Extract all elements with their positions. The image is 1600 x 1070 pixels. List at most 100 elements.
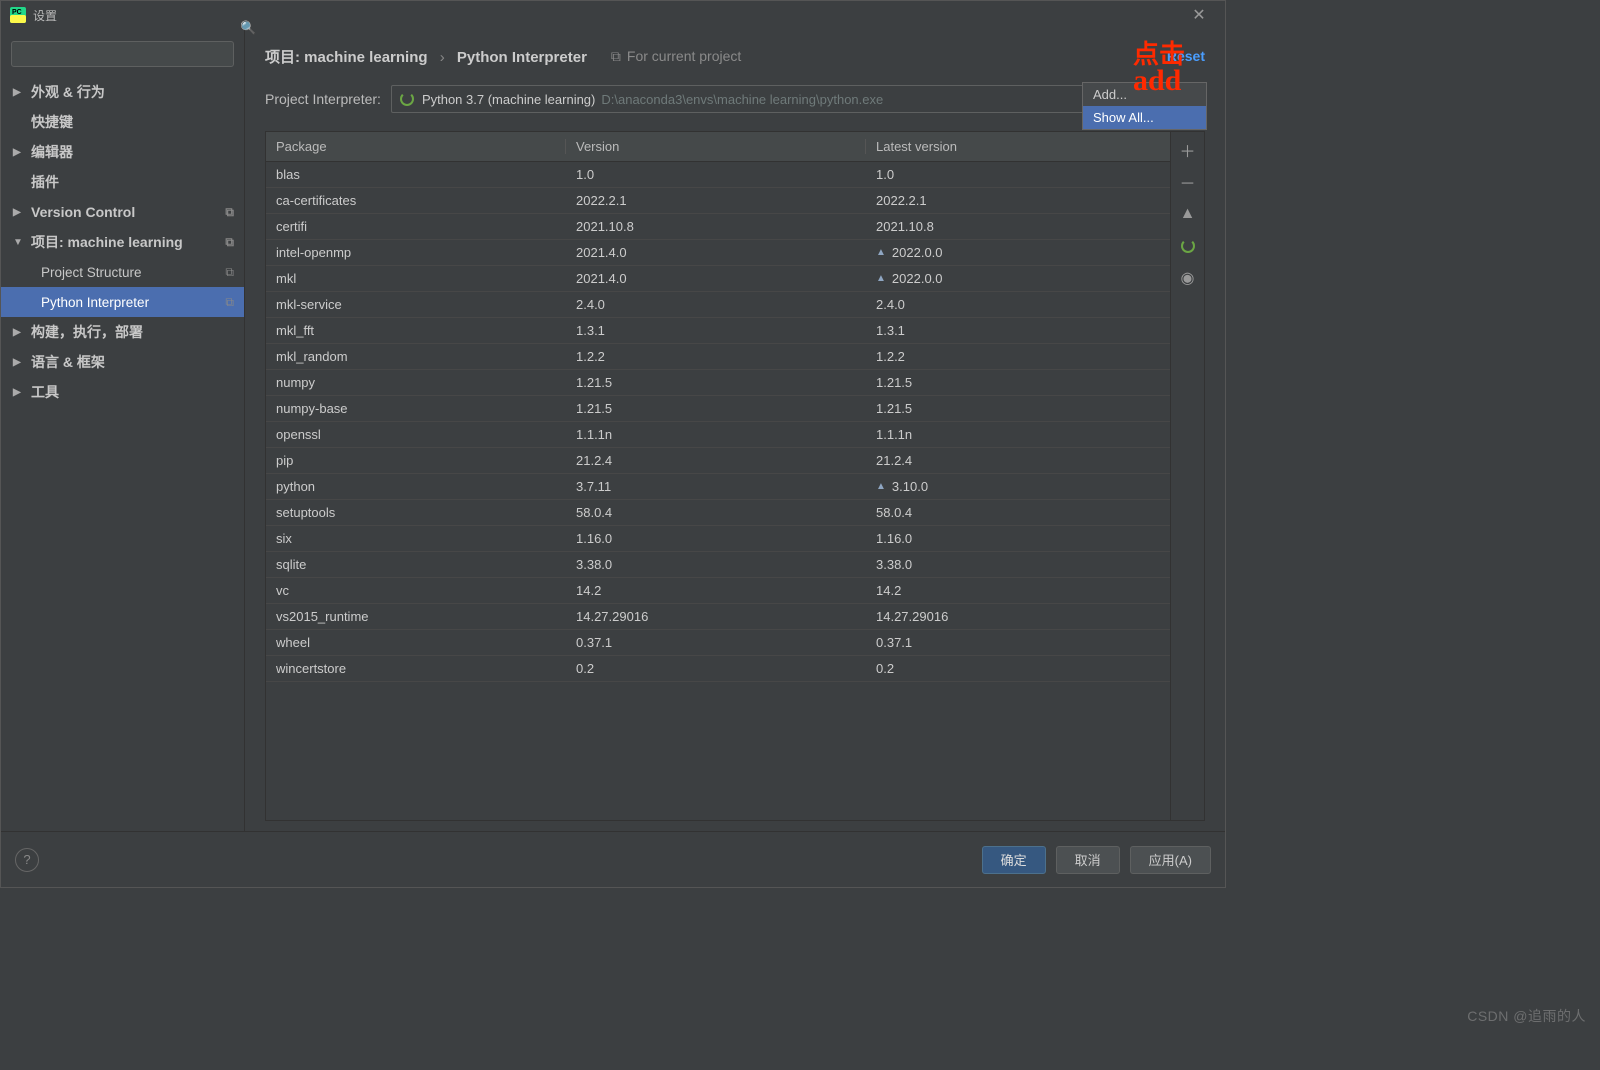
table-row[interactable]: numpy1.21.51.21.5 — [266, 370, 1170, 396]
apply-button[interactable]: 应用(A) — [1130, 846, 1211, 874]
cell-latest-value: 1.2.2 — [876, 349, 905, 364]
table-row[interactable]: numpy-base1.21.51.21.5 — [266, 396, 1170, 422]
ok-button[interactable]: 确定 — [982, 846, 1046, 874]
table-row[interactable]: mkl2021.4.0▲2022.0.0 — [266, 266, 1170, 292]
add-package-button[interactable]: ＋ — [1176, 138, 1200, 162]
upgrade-available-icon: ▲ — [876, 481, 886, 492]
cell-package: certifi — [266, 219, 566, 234]
table-row[interactable]: setuptools58.0.458.0.4 — [266, 500, 1170, 526]
table-row[interactable]: mkl_random1.2.21.2.2 — [266, 344, 1170, 370]
cell-latest-value: 1.21.5 — [876, 375, 912, 390]
table-row[interactable]: wincertstore0.20.2 — [266, 656, 1170, 682]
cell-latest-value: 2022.0.0 — [892, 271, 943, 286]
cell-version: 1.0 — [566, 167, 866, 182]
cell-version: 58.0.4 — [566, 505, 866, 520]
interpreter-settings-popup: Add... Show All... — [1082, 82, 1207, 130]
sidebar-item[interactable]: ▶工具 — [1, 377, 244, 407]
sidebar-item[interactable]: ▶Version Control⧉ — [1, 197, 244, 227]
cell-version: 1.21.5 — [566, 375, 866, 390]
svg-text:PC: PC — [12, 9, 22, 16]
cancel-button[interactable]: 取消 — [1056, 846, 1120, 874]
cell-latest-value: 21.2.4 — [876, 453, 912, 468]
cell-package: mkl_fft — [266, 323, 566, 338]
reset-link[interactable]: Reset — [1167, 48, 1205, 64]
remove-package-button[interactable]: － — [1176, 170, 1200, 194]
table-row[interactable]: mkl_fft1.3.11.3.1 — [266, 318, 1170, 344]
refresh-button[interactable] — [1176, 234, 1200, 258]
sidebar-item[interactable]: ▼项目: machine learning⧉ — [1, 227, 244, 257]
cell-latest-value: 2.4.0 — [876, 297, 905, 312]
sidebar-item-label: Project Structure — [41, 265, 142, 280]
col-package[interactable]: Package — [266, 139, 566, 154]
cell-version: 3.38.0 — [566, 557, 866, 572]
cell-version: 2022.2.1 — [566, 193, 866, 208]
sidebar-item-label: 外观 & 行为 — [31, 82, 105, 102]
cell-version: 2021.4.0 — [566, 271, 866, 286]
table-row[interactable]: openssl1.1.1n1.1.1n — [266, 422, 1170, 448]
show-early-releases-button[interactable]: ◉ — [1176, 266, 1200, 290]
cell-latest: 58.0.4 — [866, 505, 1170, 520]
breadcrumb-1: 项目: machine learning — [265, 49, 428, 66]
interpreter-row: Project Interpreter: Python 3.7 (machine… — [265, 85, 1205, 113]
cell-latest-value: 2021.10.8 — [876, 219, 934, 234]
sidebar-item[interactable]: ▶编辑器 — [1, 137, 244, 167]
cell-package: mkl-service — [266, 297, 566, 312]
cell-latest: 14.2 — [866, 583, 1170, 598]
table-row[interactable]: wheel0.37.10.37.1 — [266, 630, 1170, 656]
search-input[interactable] — [11, 41, 234, 67]
popup-add[interactable]: Add... — [1083, 83, 1206, 106]
sidebar-item[interactable]: ▶语言 & 框架 — [1, 347, 244, 377]
pycharm-icon: PC — [9, 6, 27, 24]
table-row[interactable]: ca-certificates2022.2.12022.2.1 — [266, 188, 1170, 214]
sidebar-subitem[interactable]: Python Interpreter⧉ — [1, 287, 244, 317]
popup-show-all[interactable]: Show All... — [1083, 106, 1206, 129]
table-row[interactable]: vc14.214.2 — [266, 578, 1170, 604]
cell-package: numpy — [266, 375, 566, 390]
sidebar-item[interactable]: 插件 — [1, 167, 244, 197]
col-latest[interactable]: Latest version — [866, 139, 1170, 154]
tree-arrow-icon: ▶ — [13, 357, 27, 368]
cell-latest-value: 14.27.29016 — [876, 609, 948, 624]
cell-latest-value: 2022.2.1 — [876, 193, 927, 208]
settings-sidebar: 🔍 ▶外观 & 行为快捷键▶编辑器插件▶Version Control⧉▼项目:… — [1, 29, 245, 831]
cell-version: 21.2.4 — [566, 453, 866, 468]
col-version[interactable]: Version — [566, 139, 866, 154]
cell-package: vc — [266, 583, 566, 598]
tree-arrow-icon: ▶ — [13, 87, 27, 98]
breadcrumb-row: 项目: machine learning › Python Interprete… — [265, 43, 1205, 69]
cell-latest-value: 0.37.1 — [876, 635, 912, 650]
table-body[interactable]: blas1.01.0ca-certificates2022.2.12022.2.… — [266, 162, 1170, 820]
loading-spinner-icon — [400, 92, 414, 106]
cell-latest: 0.37.1 — [866, 635, 1170, 650]
table-row[interactable]: certifi2021.10.82021.10.8 — [266, 214, 1170, 240]
table-row[interactable]: pip21.2.421.2.4 — [266, 448, 1170, 474]
sidebar-item[interactable]: ▶ 外观 & 行为 — [1, 77, 244, 107]
cell-version: 2021.4.0 — [566, 245, 866, 260]
cell-latest: 2021.10.8 — [866, 219, 1170, 234]
cell-package: vs2015_runtime — [266, 609, 566, 624]
sidebar-subitem[interactable]: Project Structure⧉ — [1, 257, 244, 287]
chevron-right-icon: › — [440, 49, 445, 66]
cell-latest-value: 1.21.5 — [876, 401, 912, 416]
cell-version: 2021.10.8 — [566, 219, 866, 234]
close-icon[interactable]: ✕ — [1181, 5, 1217, 25]
table-row[interactable]: mkl-service2.4.02.4.0 — [266, 292, 1170, 318]
window-title: 设置 — [33, 7, 57, 24]
table-row[interactable]: six1.16.01.16.0 — [266, 526, 1170, 552]
table-row[interactable]: intel-openmp2021.4.0▲2022.0.0 — [266, 240, 1170, 266]
cell-latest-value: 1.3.1 — [876, 323, 905, 338]
cell-version: 0.37.1 — [566, 635, 866, 650]
table-row[interactable]: sqlite3.38.03.38.0 — [266, 552, 1170, 578]
copy-icon: ⧉ — [611, 48, 621, 65]
sidebar-item[interactable]: ▶构建，执行，部署 — [1, 317, 244, 347]
help-button[interactable]: ? — [15, 848, 39, 872]
table-row[interactable]: vs2015_runtime14.27.2901614.27.29016 — [266, 604, 1170, 630]
cell-version: 2.4.0 — [566, 297, 866, 312]
table-row[interactable]: blas1.01.0 — [266, 162, 1170, 188]
sidebar-item-label: 快捷键 — [31, 112, 73, 132]
upgrade-package-button[interactable]: ▲ — [1176, 202, 1200, 226]
sidebar-item[interactable]: 快捷键 — [1, 107, 244, 137]
breadcrumb-2: Python Interpreter — [457, 49, 587, 66]
table-row[interactable]: python3.7.11▲3.10.0 — [266, 474, 1170, 500]
cell-latest: 1.0 — [866, 167, 1170, 182]
